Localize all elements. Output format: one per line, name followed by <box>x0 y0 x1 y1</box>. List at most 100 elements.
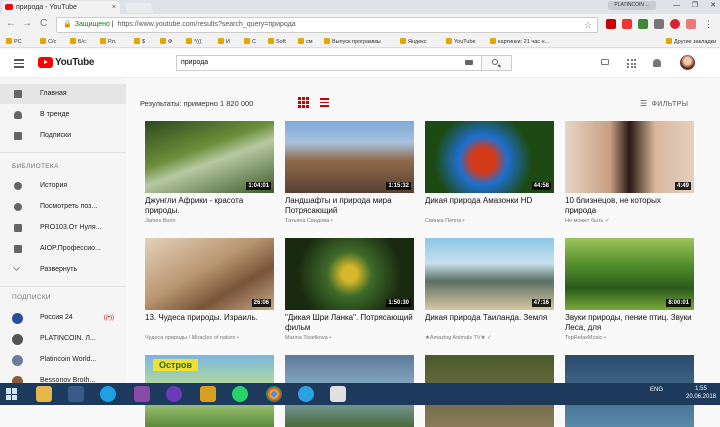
extension-icon[interactable] <box>622 19 632 29</box>
telegram-icon[interactable] <box>298 386 314 402</box>
video-title[interactable]: Дикая природа Таиланда. Земля <box>425 313 554 333</box>
pinterest-icon[interactable] <box>670 19 680 29</box>
menu-hamburger-icon[interactable] <box>14 59 24 70</box>
apps-grid-icon[interactable] <box>627 59 637 68</box>
video-card[interactable]: 1:04:01 Джунгли Африки - красота природы.… <box>145 121 274 224</box>
whatsapp-icon[interactable] <box>232 386 248 402</box>
sidebar-item-trending[interactable]: В тренде <box>0 105 126 125</box>
list-view-icon[interactable] <box>320 98 329 107</box>
bookmark-item[interactable]: И <box>218 38 230 45</box>
bookmark-item[interactable]: Р.п. <box>100 38 117 45</box>
sidebar-item-playlist[interactable]: PRO103.От Нуля... <box>0 218 126 238</box>
system-clock[interactable]: 1:55 20.06.2018 <box>686 385 716 401</box>
bookmark-item[interactable]: Soft <box>268 38 286 45</box>
video-thumbnail[interactable]: 1:15:32 <box>285 121 414 193</box>
video-channel[interactable]: Marina Tsvetkova • <box>285 335 414 341</box>
search-button[interactable] <box>482 55 512 71</box>
video-thumbnail[interactable]: 47:16 <box>425 238 554 310</box>
video-card[interactable]: 8:00:01 Звуки природы, пение птиц. Звуки … <box>565 238 694 341</box>
sidebar-item-watch-later[interactable]: Посмотреть поз... <box>0 197 126 217</box>
omnibox[interactable]: 🔒 Защищено | https://www.youtube.com/resul… <box>56 17 598 33</box>
extension-icon[interactable] <box>686 19 696 29</box>
upload-video-icon[interactable] <box>601 59 609 65</box>
sidebar-item-history[interactable]: История <box>0 176 126 196</box>
tab-youtube[interactable]: природа - YouTube × <box>2 1 120 14</box>
notifications-bell-icon[interactable] <box>653 59 661 67</box>
video-title[interactable]: Ландшафты и природа мира Потрясающий <box>285 196 414 216</box>
search-input[interactable]: природа <box>176 55 482 71</box>
other-bookmarks[interactable]: Другие закладки <box>666 38 716 45</box>
forward-button[interactable]: → <box>22 18 32 29</box>
sidebar-item-subscriptions[interactable]: Подписки <box>0 126 126 146</box>
video-title[interactable]: Дикая природа Амазонки HD <box>425 196 554 216</box>
video-thumbnail[interactable]: 4:49 <box>565 121 694 193</box>
bookmark-item[interactable]: см <box>298 38 313 45</box>
chrome-icon[interactable] <box>266 386 282 402</box>
bookmark-item[interactable]: С <box>244 38 256 45</box>
avatar[interactable] <box>680 55 695 70</box>
bookmark-item[interactable]: Яндекс <box>400 38 427 45</box>
video-channel[interactable]: TopRelaxMusic • <box>565 335 694 341</box>
video-channel[interactable]: James Burin <box>145 218 274 224</box>
video-channel[interactable]: Татьяна Свидова • <box>285 218 414 224</box>
bookmark-item[interactable]: YouTube <box>446 38 476 45</box>
bookmark-item[interactable]: картинки: 21 час н... <box>490 38 549 45</box>
bookmark-item[interactable]: *((( <box>186 38 202 45</box>
reload-button[interactable]: C <box>40 18 47 29</box>
sidebar-subscription[interactable]: Platincoin World... <box>0 350 126 370</box>
app-icon[interactable] <box>200 386 216 402</box>
bookmark-item[interactable]: $ <box>134 38 145 45</box>
viber-icon[interactable] <box>166 386 182 402</box>
video-title[interactable]: Звуки природы, пение птиц. Звуки Леса, д… <box>565 313 694 333</box>
extension-icon[interactable] <box>654 19 664 29</box>
video-channel[interactable]: Свинка Пеппа • <box>425 218 554 224</box>
back-button[interactable]: ← <box>6 18 16 29</box>
sidebar-subscription[interactable]: Россия 24 ((•)) <box>0 308 126 328</box>
explorer-icon[interactable] <box>36 386 52 402</box>
video-thumbnail[interactable]: 8:00:01 <box>565 238 694 310</box>
sidebar-item-playlist[interactable]: AIOP.Профессио... <box>0 239 126 259</box>
sidebar-subscription[interactable]: PLATINCOIN. Л... <box>0 329 126 349</box>
bookmark-item[interactable]: Выпуск программы <box>324 38 381 45</box>
youtube-logo[interactable]: YouTube <box>38 57 95 68</box>
new-tab-button[interactable] <box>124 3 154 13</box>
video-card[interactable]: 4:49 10 близнецов, не которых природа Не м… <box>565 121 694 224</box>
video-card[interactable]: 26:06 13. Чудеса природы. Израиль. Чудеса … <box>145 238 274 341</box>
video-card[interactable]: 47:16 Дикая природа Таиланда. Земля ★Amazi… <box>425 238 554 341</box>
bookmark-star-icon[interactable]: ☆ <box>584 18 592 32</box>
app-icon[interactable] <box>68 386 84 402</box>
video-channel[interactable]: ★Amazing Animals TV★ ✓ <box>425 335 554 341</box>
sidebar-item-expand[interactable]: Развернуть <box>0 260 126 280</box>
extension-icon[interactable] <box>606 19 616 29</box>
camtasia-icon[interactable] <box>330 386 346 402</box>
video-title[interactable]: 13. Чудеса природы. Израиль. <box>145 313 274 333</box>
bookmark-item[interactable]: Ф <box>160 38 172 45</box>
start-button[interactable] <box>6 388 18 400</box>
video-thumbnail[interactable]: 1:04:01 <box>145 121 274 193</box>
bookmark-item[interactable]: С/с <box>40 38 56 45</box>
video-title[interactable]: Джунгли Африки - красота природы. <box>145 196 274 216</box>
bookmark-item[interactable]: Б/с <box>70 38 86 45</box>
language-indicator[interactable]: ENG <box>650 387 663 393</box>
video-thumbnail[interactable]: 1:50:30 <box>285 238 414 310</box>
window-controls[interactable]: — ❐ ✕ <box>673 1 716 9</box>
video-thumbnail[interactable]: 26:06 <box>145 238 274 310</box>
video-card[interactable]: 1:50:30 "Дикая Шри Ланка". Потрясающий фи… <box>285 238 414 341</box>
extension-icon[interactable] <box>638 19 648 29</box>
bookmark-item[interactable]: РС <box>6 38 22 45</box>
video-thumbnail[interactable]: 44:58 <box>425 121 554 193</box>
tab-close-icon[interactable]: × <box>112 1 116 14</box>
video-title[interactable]: 10 близнецов, не которых природа <box>565 196 694 216</box>
filters-button[interactable]: ФИЛЬТРЫ <box>640 99 688 108</box>
video-channel[interactable]: Не может быть ✓ <box>565 218 694 224</box>
grid-view-icon[interactable] <box>298 97 309 108</box>
keyboard-icon[interactable] <box>465 60 473 65</box>
url-text[interactable]: https://www.youtube.com/results?search_q… <box>118 21 296 28</box>
video-card[interactable]: 44:58 Дикая природа Амазонки HD Свинка Пеп… <box>425 121 554 224</box>
profile-button[interactable]: PLATINCOIN ... <box>608 1 656 10</box>
video-title[interactable]: "Дикая Шри Ланка". Потрясающий фильм <box>285 313 414 333</box>
menu-kebab-icon[interactable]: ⋮ <box>704 19 714 29</box>
app-icon[interactable] <box>134 386 150 402</box>
video-card[interactable]: 1:15:32 Ландшафты и природа мира Потрясаю… <box>285 121 414 224</box>
skype-icon[interactable] <box>100 386 116 402</box>
